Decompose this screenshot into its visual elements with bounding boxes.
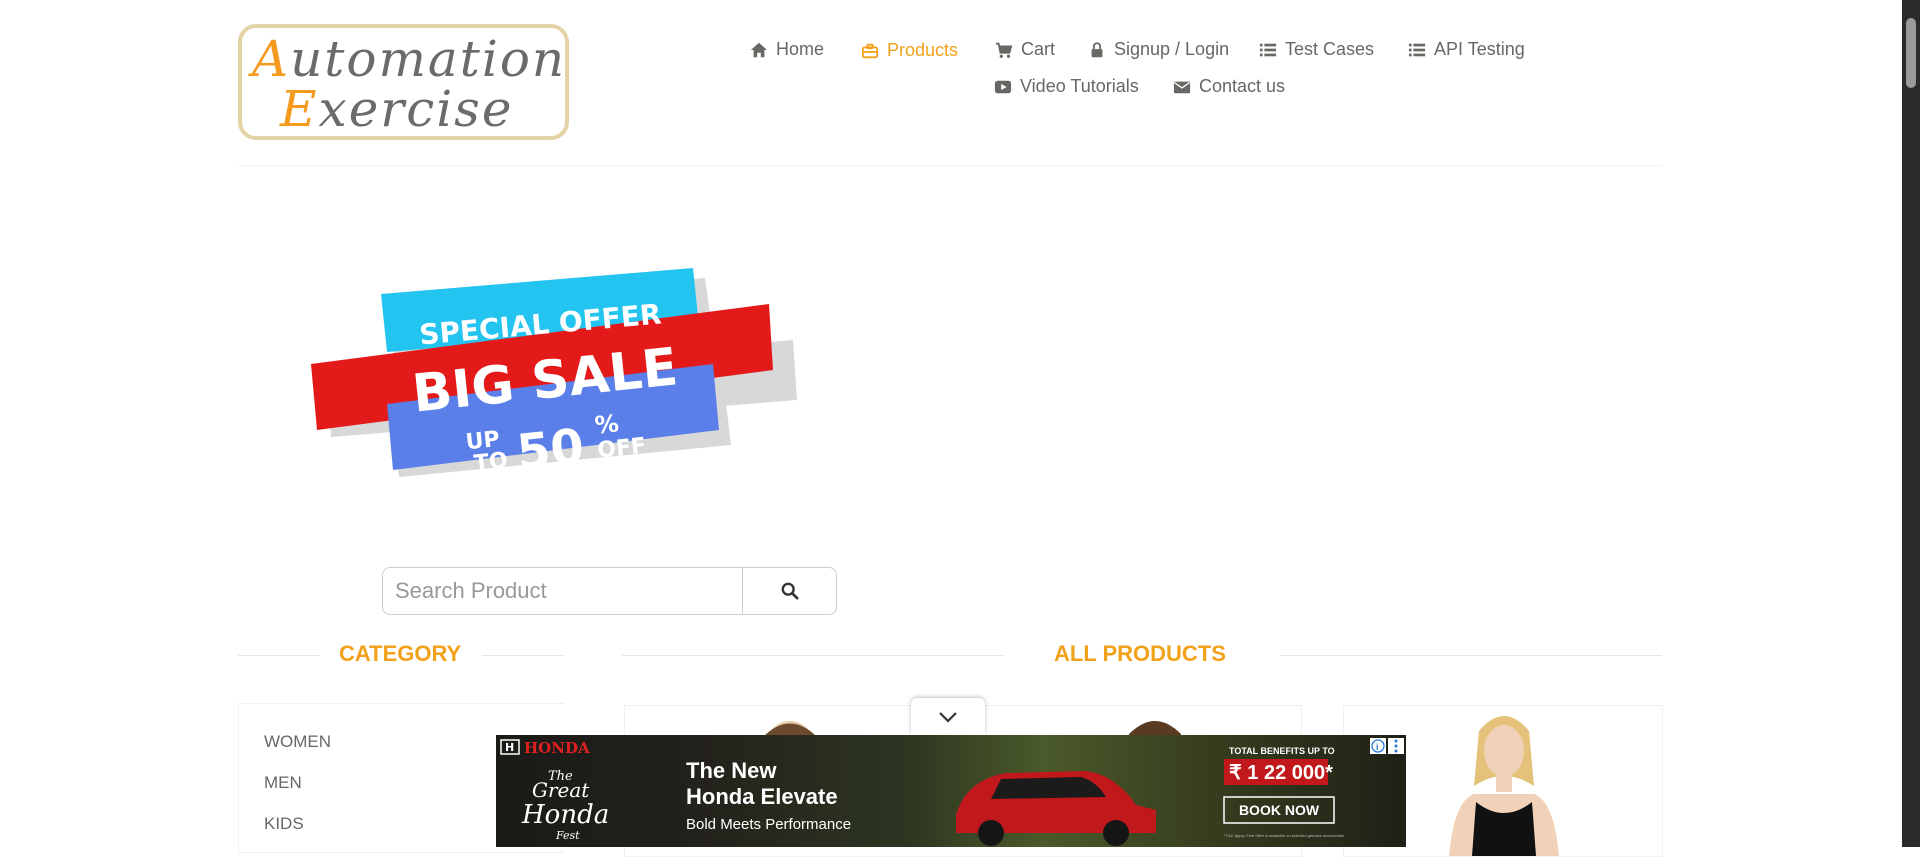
- category-title: CATEGORY: [339, 641, 462, 666]
- honda-ad-banner[interactable]: H HONDA The Great Honda Fest The New Hon…: [496, 735, 1406, 847]
- logo-line2: Exercise: [280, 80, 514, 138]
- list-icon: [1259, 43, 1277, 56]
- nav-contact-us[interactable]: Contact us: [1173, 76, 1285, 97]
- nav-cart[interactable]: Cart: [995, 39, 1055, 60]
- ad-artwork: H HONDA The Great Honda Fest The New Hon…: [500, 738, 1404, 846]
- category-line-right: [482, 655, 564, 656]
- search-button[interactable]: [742, 567, 837, 615]
- sale-banner: SPECIAL OFFER BIG SALE UP TO 50 % OFF: [311, 268, 797, 481]
- chevron-down-icon: [939, 711, 957, 723]
- envelope-icon: [1173, 81, 1191, 93]
- banner-to: TO: [473, 448, 509, 476]
- ad-tagline: Bold Meets Performance: [686, 816, 851, 833]
- svg-text:H: H: [505, 741, 514, 754]
- svg-text:i: i: [1376, 742, 1379, 752]
- category-kids[interactable]: KIDS: [264, 814, 304, 834]
- nav-test-cases[interactable]: Test Cases: [1259, 39, 1374, 60]
- page-scrollbar[interactable]: [1902, 0, 1920, 847]
- all-products-title: ALL PRODUCTS: [1054, 641, 1226, 666]
- category-women[interactable]: WOMEN: [264, 732, 331, 752]
- site-logo[interactable]: Automation Exercise: [238, 24, 569, 140]
- ad-brand: HONDA: [524, 739, 590, 757]
- ad-cta-label: BOOK NOW: [1239, 802, 1320, 818]
- header-divider: [238, 165, 1662, 166]
- banner-percent: %: [593, 409, 620, 439]
- ad-benefits-label: TOTAL BENEFITS UP TO: [1229, 746, 1335, 756]
- nav-api-testing[interactable]: API Testing: [1408, 39, 1525, 60]
- briefcase-icon: [861, 43, 879, 58]
- ad-benefits-value: ₹ 1 22 000*: [1229, 762, 1333, 784]
- banner-off: OFF: [596, 434, 647, 464]
- list-icon: [1408, 43, 1426, 56]
- ad-fest-great: Great: [532, 778, 590, 802]
- products-line-right: [1280, 655, 1662, 656]
- lock-icon: [1091, 41, 1103, 57]
- nav-products[interactable]: Products: [861, 40, 958, 61]
- search-icon: [781, 582, 799, 600]
- youtube-icon: [994, 80, 1012, 93]
- home-icon: [750, 42, 768, 57]
- cart-icon: [995, 42, 1013, 58]
- products-line-left: [622, 655, 1004, 656]
- nav-signup-login[interactable]: Signup / Login: [1088, 39, 1229, 60]
- kebab-menu-icon: [1394, 739, 1398, 753]
- banner-fifty: 50: [514, 418, 586, 481]
- ad-fest-fest: Fest: [555, 829, 580, 842]
- category-line-left: [238, 655, 320, 656]
- category-men[interactable]: MEN: [264, 773, 302, 793]
- ad-collapse-toggle[interactable]: [911, 698, 985, 735]
- ad-headline2: Honda Elevate: [686, 784, 838, 809]
- scrollbar-thumb[interactable]: [1906, 18, 1916, 88]
- ad-fest-honda: Honda: [521, 800, 609, 830]
- nav-video-tutorials[interactable]: Video Tutorials: [994, 76, 1139, 97]
- ad-headline1: The New: [686, 758, 777, 783]
- search-input[interactable]: [382, 567, 744, 615]
- nav-home[interactable]: Home: [750, 39, 824, 60]
- ad-fine-print: *T&C Apply. Fest Offer is available on s…: [1224, 833, 1345, 838]
